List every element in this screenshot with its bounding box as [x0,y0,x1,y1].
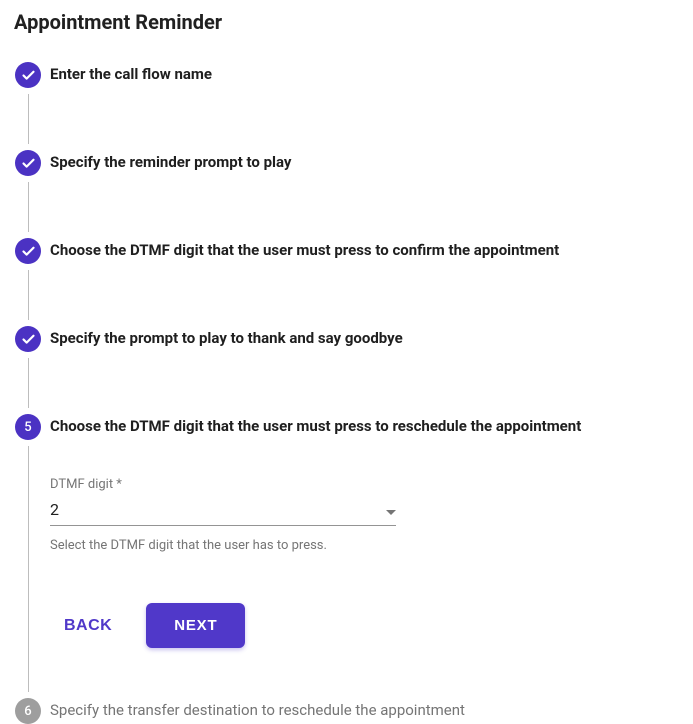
check-icon [21,68,36,83]
step-5-content: DTMF digit * 2 Select the DTMF digit tha… [50,477,679,648]
step-1: Enter the call flow name [14,62,679,150]
step-3-indicator[interactable] [15,238,41,264]
step-4: Specify the prompt to play to thank and … [14,326,679,414]
check-icon [21,156,36,171]
stepper: Enter the call flow name Specify the rem… [14,62,679,724]
step-1-indicator[interactable] [15,62,41,88]
step-2-indicator[interactable] [15,150,41,176]
dtmf-field-hint: Select the DTMF digit that the user has … [50,538,679,553]
check-icon [21,332,36,347]
step-4-label[interactable]: Specify the prompt to play to thank and … [50,328,679,349]
next-button[interactable]: NEXT [146,603,245,648]
step-1-label[interactable]: Enter the call flow name [50,64,679,85]
step-3: Choose the DTMF digit that the user must… [14,238,679,326]
step-6: 6 Specify the transfer destination to re… [14,698,679,724]
step-2: Specify the reminder prompt to play [14,150,679,238]
step-6-label[interactable]: Specify the transfer destination to resc… [50,700,679,721]
step-5-indicator: 5 [15,414,41,440]
step-2-label[interactable]: Specify the reminder prompt to play [50,152,679,173]
back-button[interactable]: BACK [64,617,112,635]
step-4-indicator[interactable] [15,326,41,352]
dtmf-field-label: DTMF digit * [50,477,679,492]
page-title: Appointment Reminder [14,10,679,34]
dtmf-select[interactable]: 2 [50,500,396,526]
step-6-indicator: 6 [15,698,41,724]
chevron-down-icon [386,500,396,519]
step-3-label[interactable]: Choose the DTMF digit that the user must… [50,240,679,261]
check-icon [21,244,36,259]
dtmf-select-value: 2 [50,500,59,519]
step-5-label: Choose the DTMF digit that the user must… [50,416,679,437]
step-5: 5 Choose the DTMF digit that the user mu… [14,414,679,698]
